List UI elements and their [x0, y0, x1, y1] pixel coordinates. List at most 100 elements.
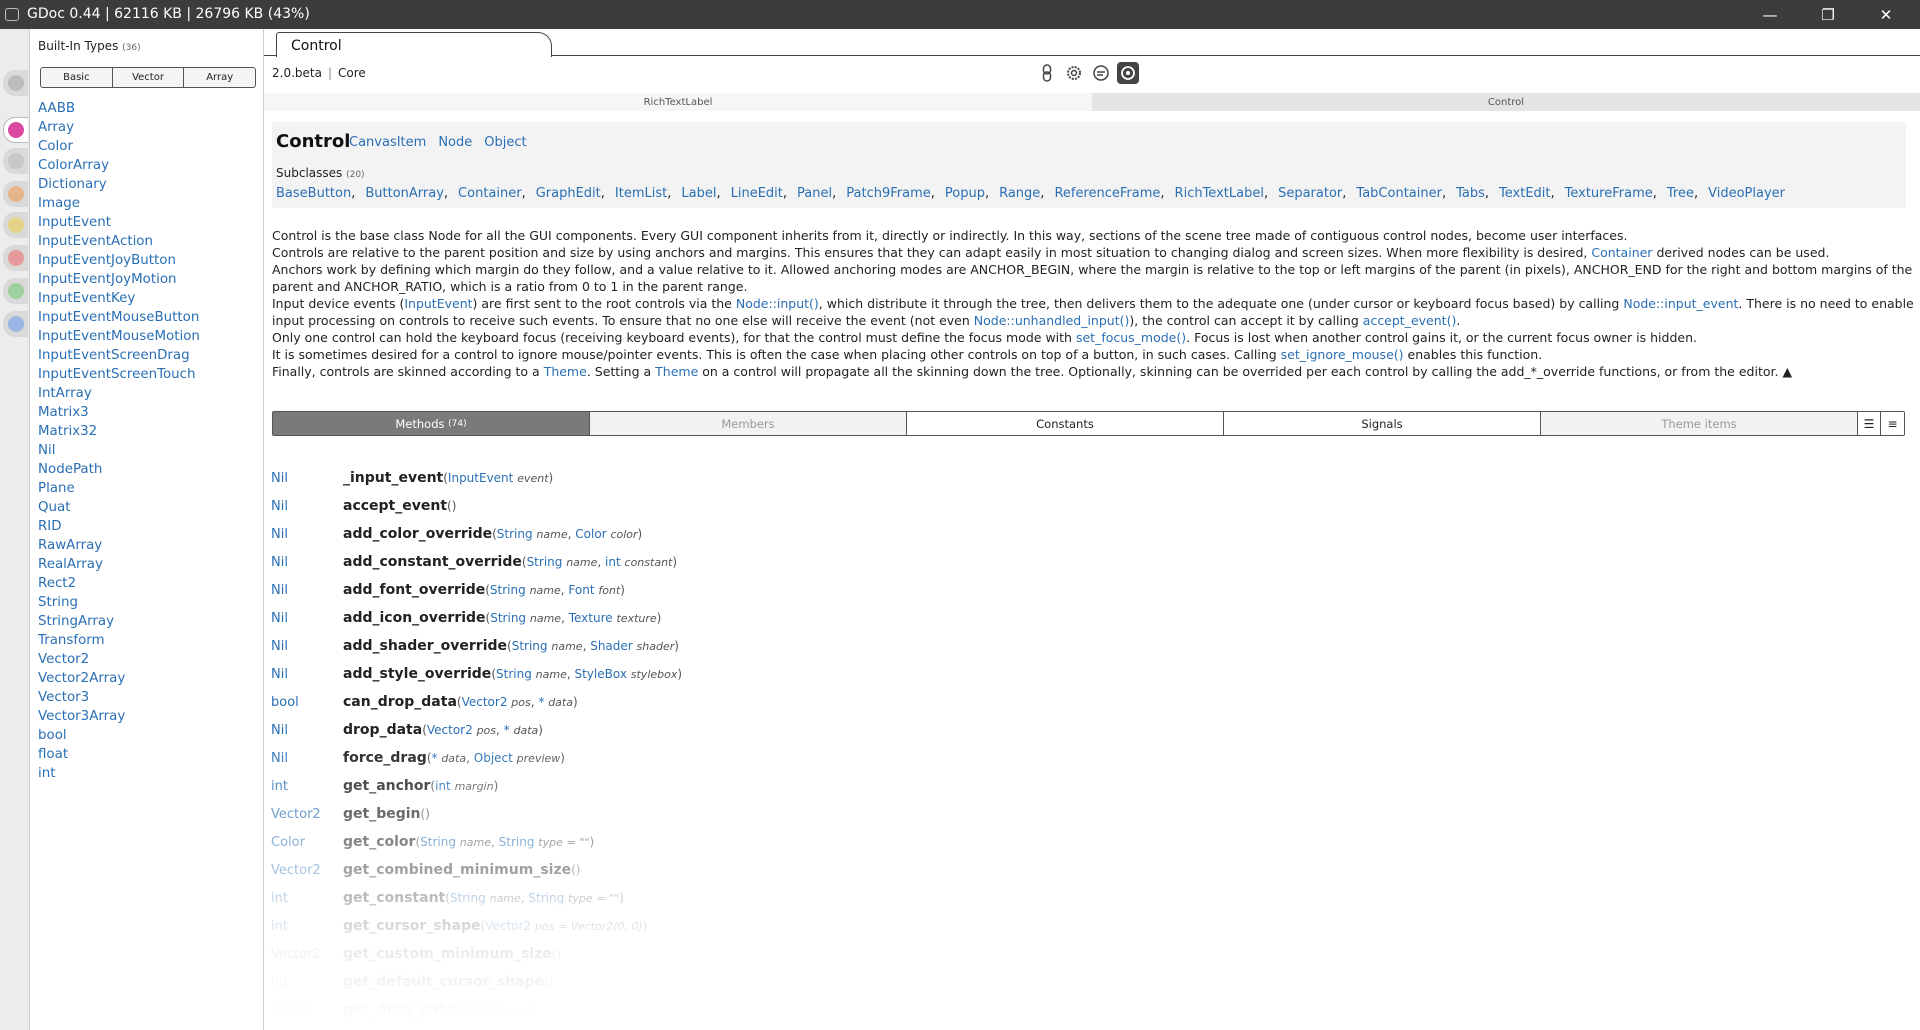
method-name[interactable]: add_style_override: [343, 666, 491, 682]
category-tab[interactable]: [3, 245, 28, 271]
desc-link[interactable]: accept_event(): [1363, 313, 1457, 328]
subclass-link[interactable]: BaseButton: [276, 186, 351, 201]
subclass-link[interactable]: Tree: [1667, 186, 1694, 201]
path-item-richtextlabel[interactable]: RichTextLabel: [264, 93, 1092, 111]
subclass-link[interactable]: Panel: [797, 186, 832, 201]
category-tab[interactable]: [3, 70, 28, 96]
tab-signals[interactable]: Signals: [1224, 412, 1541, 435]
type-list-item[interactable]: Rect2: [38, 574, 200, 593]
method-return-type[interactable]: Nil: [271, 667, 343, 682]
subclass-link[interactable]: Separator: [1278, 186, 1342, 201]
desc-link[interactable]: Node::input_event: [1623, 296, 1738, 311]
category-tab[interactable]: [3, 278, 28, 304]
type-list-item[interactable]: InputEventAction: [38, 232, 200, 251]
arg-type[interactable]: Texture: [569, 611, 613, 625]
method-return-type[interactable]: Nil: [271, 471, 343, 486]
arg-type[interactable]: String: [490, 611, 526, 625]
arg-type[interactable]: StyleBox: [574, 667, 626, 681]
arg-type[interactable]: *: [432, 751, 438, 765]
method-return-type[interactable]: Nil: [271, 611, 343, 626]
arg-type[interactable]: Font: [568, 583, 594, 597]
subclass-link[interactable]: Container: [458, 186, 522, 201]
method-return-type[interactable]: int: [271, 975, 343, 990]
arg-type[interactable]: InputEvent: [448, 471, 513, 485]
maximize-button[interactable]: ❐: [1800, 0, 1856, 29]
method-name[interactable]: get_begin: [343, 806, 421, 822]
arg-type[interactable]: String: [527, 555, 563, 569]
type-list-item[interactable]: NodePath: [38, 460, 200, 479]
desc-link[interactable]: Theme: [655, 364, 698, 379]
type-list-item[interactable]: AABB: [38, 99, 200, 118]
method-name[interactable]: get_constant: [343, 890, 445, 906]
category-tab[interactable]: [3, 181, 28, 207]
subclass-link[interactable]: ItemList: [615, 186, 667, 201]
subclass-link[interactable]: GraphEdit: [536, 186, 601, 201]
type-list-item[interactable]: ColorArray: [38, 156, 200, 175]
type-list-item[interactable]: InputEventMouseMotion: [38, 327, 200, 346]
desc-link[interactable]: set_focus_mode(): [1076, 330, 1186, 345]
filter-array-button[interactable]: Array: [184, 68, 255, 87]
subclass-link[interactable]: ButtonArray: [365, 186, 444, 201]
method-return-type[interactable]: Nil: [271, 555, 343, 570]
type-list-item[interactable]: Vector3Array: [38, 707, 200, 726]
type-list-item[interactable]: IntArray: [38, 384, 200, 403]
type-list-item[interactable]: InputEventJoyButton: [38, 251, 200, 270]
type-list-item[interactable]: float: [38, 745, 200, 764]
link-icon[interactable]: [1036, 62, 1058, 84]
method-return-type[interactable]: bool: [271, 695, 343, 710]
category-tab[interactable]: [3, 148, 28, 174]
arg-type[interactable]: String: [499, 835, 535, 849]
subclass-link[interactable]: TextEdit: [1499, 186, 1550, 201]
method-return-type[interactable]: int: [271, 891, 343, 906]
method-name[interactable]: get_custom_minimum_size: [343, 946, 552, 962]
method-name[interactable]: add_color_override: [343, 526, 492, 542]
arg-type[interactable]: *: [504, 723, 510, 737]
type-list-item[interactable]: RawArray: [38, 536, 200, 555]
desc-link[interactable]: Container: [1591, 245, 1652, 260]
arg-type[interactable]: Object: [474, 751, 513, 765]
path-item-control[interactable]: Control: [1092, 93, 1920, 111]
subclass-link[interactable]: TabContainer: [1356, 186, 1442, 201]
tab-control[interactable]: Control: [276, 32, 552, 57]
arg-type[interactable]: String: [528, 891, 564, 905]
inherit-link-object[interactable]: Object: [484, 135, 526, 150]
method-name[interactable]: force_drag: [343, 750, 427, 766]
method-return-type[interactable]: Vector2: [271, 807, 343, 822]
tab-members[interactable]: Members: [590, 412, 907, 435]
type-list-item[interactable]: bool: [38, 726, 200, 745]
arg-type[interactable]: Vector2: [427, 723, 473, 737]
type-list-item[interactable]: Color: [38, 137, 200, 156]
type-list-item[interactable]: Matrix3: [38, 403, 200, 422]
method-return-type[interactable]: Vector2: [271, 863, 343, 878]
arg-type[interactable]: int: [605, 555, 621, 569]
method-return-type[interactable]: Object: [271, 1003, 343, 1018]
close-button[interactable]: ✕: [1858, 0, 1914, 29]
method-name[interactable]: get_drag_data: [343, 1002, 455, 1018]
arg-type[interactable]: String: [420, 835, 456, 849]
type-list-item[interactable]: Array: [38, 118, 200, 137]
minimize-button[interactable]: —: [1742, 0, 1798, 29]
subclass-link[interactable]: TextureFrame: [1565, 186, 1653, 201]
method-return-type[interactable]: Nil: [271, 583, 343, 598]
type-list-item[interactable]: Vector3: [38, 688, 200, 707]
desc-link[interactable]: InputEvent: [404, 296, 472, 311]
subclass-link[interactable]: VideoPlayer: [1708, 186, 1785, 201]
type-list-item[interactable]: Vector2: [38, 650, 200, 669]
method-name[interactable]: add_constant_override: [343, 554, 522, 570]
tab-constants[interactable]: Constants: [907, 412, 1224, 435]
method-name[interactable]: add_font_override: [343, 582, 485, 598]
method-return-type[interactable]: int: [271, 919, 343, 934]
method-return-type[interactable]: Vector2: [271, 947, 343, 962]
inherit-link-node[interactable]: Node: [438, 135, 472, 150]
inherit-link-canvasitem[interactable]: CanvasItem: [349, 135, 426, 150]
type-list-item[interactable]: Nil: [38, 441, 200, 460]
subclass-link[interactable]: RichTextLabel: [1175, 186, 1264, 201]
desc-link[interactable]: Node::unhandled_input(): [974, 313, 1130, 328]
tab-methods[interactable]: Methods (74): [273, 412, 590, 435]
type-list-item[interactable]: InputEventKey: [38, 289, 200, 308]
type-list-item[interactable]: Vector2Array: [38, 669, 200, 688]
type-list-item[interactable]: InputEventScreenDrag: [38, 346, 200, 365]
subclass-link[interactable]: Popup: [945, 186, 985, 201]
type-list-item[interactable]: RID: [38, 517, 200, 536]
arg-type[interactable]: int: [435, 779, 451, 793]
